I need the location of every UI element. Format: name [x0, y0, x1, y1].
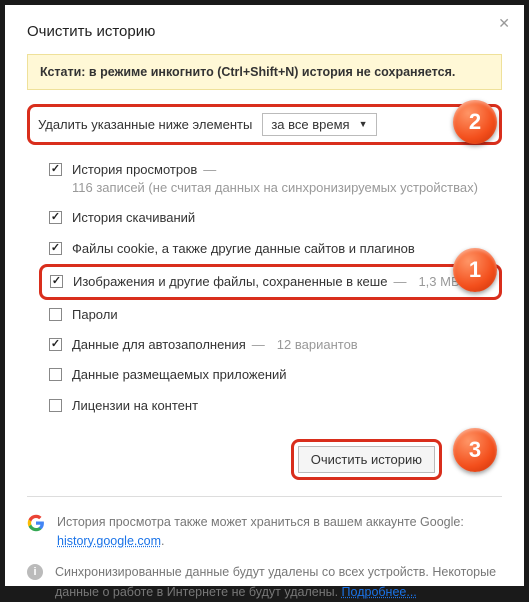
- option-autofill: Данные для автозаполнения — 12 вариантов: [49, 330, 502, 360]
- option-passwords: Пароли: [49, 300, 502, 330]
- option-label: Данные для автозаполнения: [72, 336, 246, 354]
- google-note-row: История просмотра также может храниться …: [27, 513, 502, 552]
- time-range-label: Удалить указанные ниже элементы: [38, 117, 252, 132]
- dialog-buttons: Очистить историю: [27, 439, 502, 480]
- clear-history-button[interactable]: Очистить историю: [298, 446, 435, 473]
- checkbox-hosted[interactable]: [49, 368, 62, 381]
- option-history: История просмотров — 116 записей (не счи…: [49, 155, 502, 203]
- clear-history-dialog: ✕ Очистить историю Кстати: в режиме инко…: [5, 5, 524, 586]
- option-licenses: Лицензии на контент: [49, 391, 502, 421]
- checkbox-downloads[interactable]: [49, 211, 62, 224]
- incognito-banner: Кстати: в режиме инкогнито (Ctrl+Shift+N…: [27, 54, 502, 90]
- banner-text: Кстати: в режиме инкогнито (Ctrl+Shift+N…: [40, 65, 455, 79]
- annotation-badge-2: 2: [453, 100, 497, 144]
- option-desc: 12 вариантов: [277, 336, 358, 354]
- checkbox-history[interactable]: [49, 163, 62, 176]
- time-range-row: Удалить указанные ниже элементы за все в…: [27, 104, 502, 145]
- option-label: Лицензии на контент: [72, 397, 198, 415]
- clear-button-highlight: Очистить историю: [291, 439, 442, 480]
- option-label: Данные размещаемых приложений: [72, 366, 287, 384]
- checkbox-licenses[interactable]: [49, 399, 62, 412]
- annotation-badge-1: 1: [453, 248, 497, 292]
- checkbox-cookies[interactable]: [49, 242, 62, 255]
- option-label: История скачиваний: [72, 209, 195, 227]
- option-desc: 116 записей (не считая данных на синхрон…: [72, 179, 478, 197]
- checkbox-cache[interactable]: [50, 275, 63, 288]
- option-label: История просмотров: [72, 161, 197, 179]
- option-cache: Изображения и другие файлы, сохраненные …: [39, 264, 502, 300]
- options-list: История просмотров — 116 записей (не счи…: [27, 155, 502, 421]
- google-logo-icon: [27, 514, 45, 532]
- option-label: Изображения и другие файлы, сохраненные …: [73, 273, 387, 291]
- info-icon: i: [27, 564, 43, 580]
- option-label: Файлы cookie, а также другие данные сайт…: [72, 240, 415, 258]
- sync-note-row: i Синхронизированные данные будут удален…: [27, 563, 502, 602]
- annotation-badge-3: 3: [453, 428, 497, 472]
- option-downloads: История скачиваний: [49, 203, 502, 233]
- sync-note-text: Синхронизированные данные будут удалены …: [55, 563, 502, 602]
- close-icon[interactable]: ✕: [498, 15, 510, 32]
- dialog-footer: История просмотра также может храниться …: [27, 496, 502, 602]
- option-label: Пароли: [72, 306, 118, 324]
- google-note-text: История просмотра также может храниться …: [57, 513, 502, 552]
- time-range-value: за все время: [271, 117, 349, 132]
- checkbox-passwords[interactable]: [49, 308, 62, 321]
- checkbox-autofill[interactable]: [49, 338, 62, 351]
- time-range-select[interactable]: за все время: [262, 113, 376, 136]
- learn-more-link[interactable]: Подробнее...: [342, 585, 417, 599]
- history-google-link[interactable]: history.google.com: [57, 534, 161, 548]
- option-cookies: Файлы cookie, а также другие данные сайт…: [49, 234, 502, 264]
- option-hosted: Данные размещаемых приложений: [49, 360, 502, 390]
- dialog-title: Очистить историю: [27, 23, 502, 40]
